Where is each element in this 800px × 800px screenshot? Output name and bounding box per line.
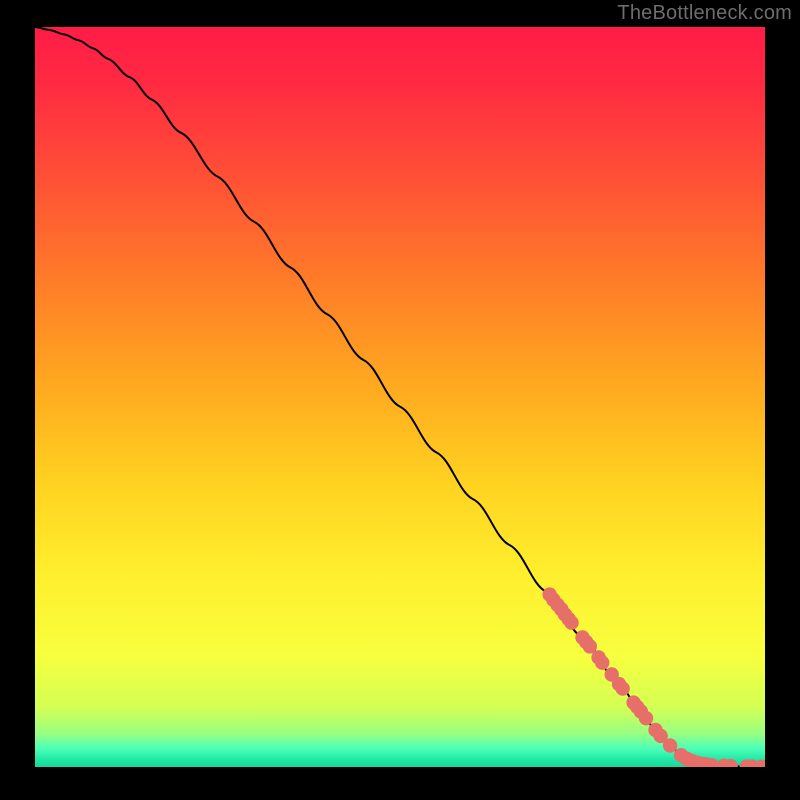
- data-marker: [723, 759, 737, 773]
- data-marker: [663, 738, 677, 752]
- chart-frame: TheBottleneck.com: [0, 0, 800, 800]
- data-marker: [758, 760, 772, 774]
- data-marker: [615, 681, 629, 695]
- gradient-background: [35, 27, 765, 767]
- data-marker: [705, 758, 719, 772]
- data-marker: [595, 655, 609, 669]
- data-marker: [564, 616, 578, 630]
- data-marker: [639, 711, 653, 725]
- chart-svg: [0, 0, 800, 800]
